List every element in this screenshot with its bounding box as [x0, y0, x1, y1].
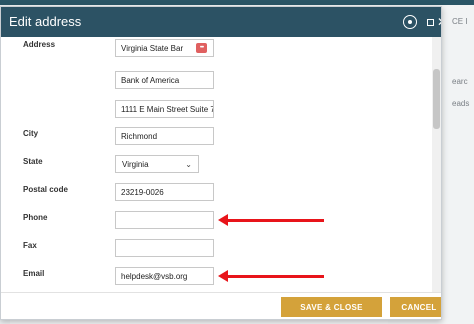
- fax-field[interactable]: [115, 239, 214, 257]
- email-field[interactable]: helpdesk@vsb.org: [115, 267, 214, 285]
- background-right-text: CE I: [452, 17, 468, 26]
- chevron-down-icon: ⌄: [185, 159, 192, 169]
- address-line2-field[interactable]: Bank of America: [115, 71, 214, 89]
- fax-label: Fax: [23, 241, 37, 250]
- email-value: helpdesk@vsb.org: [121, 271, 188, 281]
- phone-field[interactable]: [115, 211, 214, 229]
- city-field[interactable]: Richmond: [115, 127, 214, 145]
- background-right-text: eads: [452, 99, 470, 108]
- save-close-button[interactable]: SAVE & CLOSE: [281, 297, 382, 317]
- close-icon[interactable]: ✕: [435, 15, 441, 29]
- phone-annotation-arrow: [218, 214, 324, 226]
- modal-body: Address Virginia State Bar Bank of Ameri…: [1, 37, 441, 292]
- scrollbar-thumb[interactable]: [433, 69, 440, 129]
- address-label: Address: [23, 40, 56, 49]
- email-annotation-arrow: [218, 270, 324, 282]
- modal-footer: SAVE & CLOSE CANCEL: [1, 292, 441, 319]
- cancel-button[interactable]: CANCEL: [390, 297, 441, 317]
- address-line1-field[interactable]: Virginia State Bar: [115, 39, 214, 57]
- contact-card-icon[interactable]: [196, 43, 207, 53]
- email-label: Email: [23, 269, 45, 278]
- postal-code-field[interactable]: 23219-0026: [115, 183, 214, 201]
- background-right-text: earc: [452, 77, 468, 86]
- city-label: City: [23, 129, 39, 138]
- edit-address-modal: Edit address ✕ Address Virginia State Ba…: [0, 6, 442, 320]
- state-select[interactable]: Virginia ⌄: [115, 155, 199, 173]
- state-value: Virginia: [122, 159, 149, 169]
- address-line1-value: Virginia State Bar: [121, 43, 184, 53]
- postal-code-value: 23219-0026: [121, 187, 164, 197]
- phone-label: Phone: [23, 213, 48, 222]
- city-value: Richmond: [121, 131, 158, 141]
- state-label: State: [23, 157, 43, 166]
- address-line3-value: 1111 E Main Street Suite 70: [121, 104, 214, 114]
- modal-header: Edit address ✕: [1, 7, 441, 37]
- address-line2-value: Bank of America: [121, 75, 180, 85]
- postal-code-label: Postal code: [23, 185, 68, 194]
- address-line3-field[interactable]: 1111 E Main Street Suite 70: [115, 100, 214, 118]
- refresh-icon[interactable]: [403, 15, 417, 29]
- modal-title: Edit address: [9, 14, 82, 29]
